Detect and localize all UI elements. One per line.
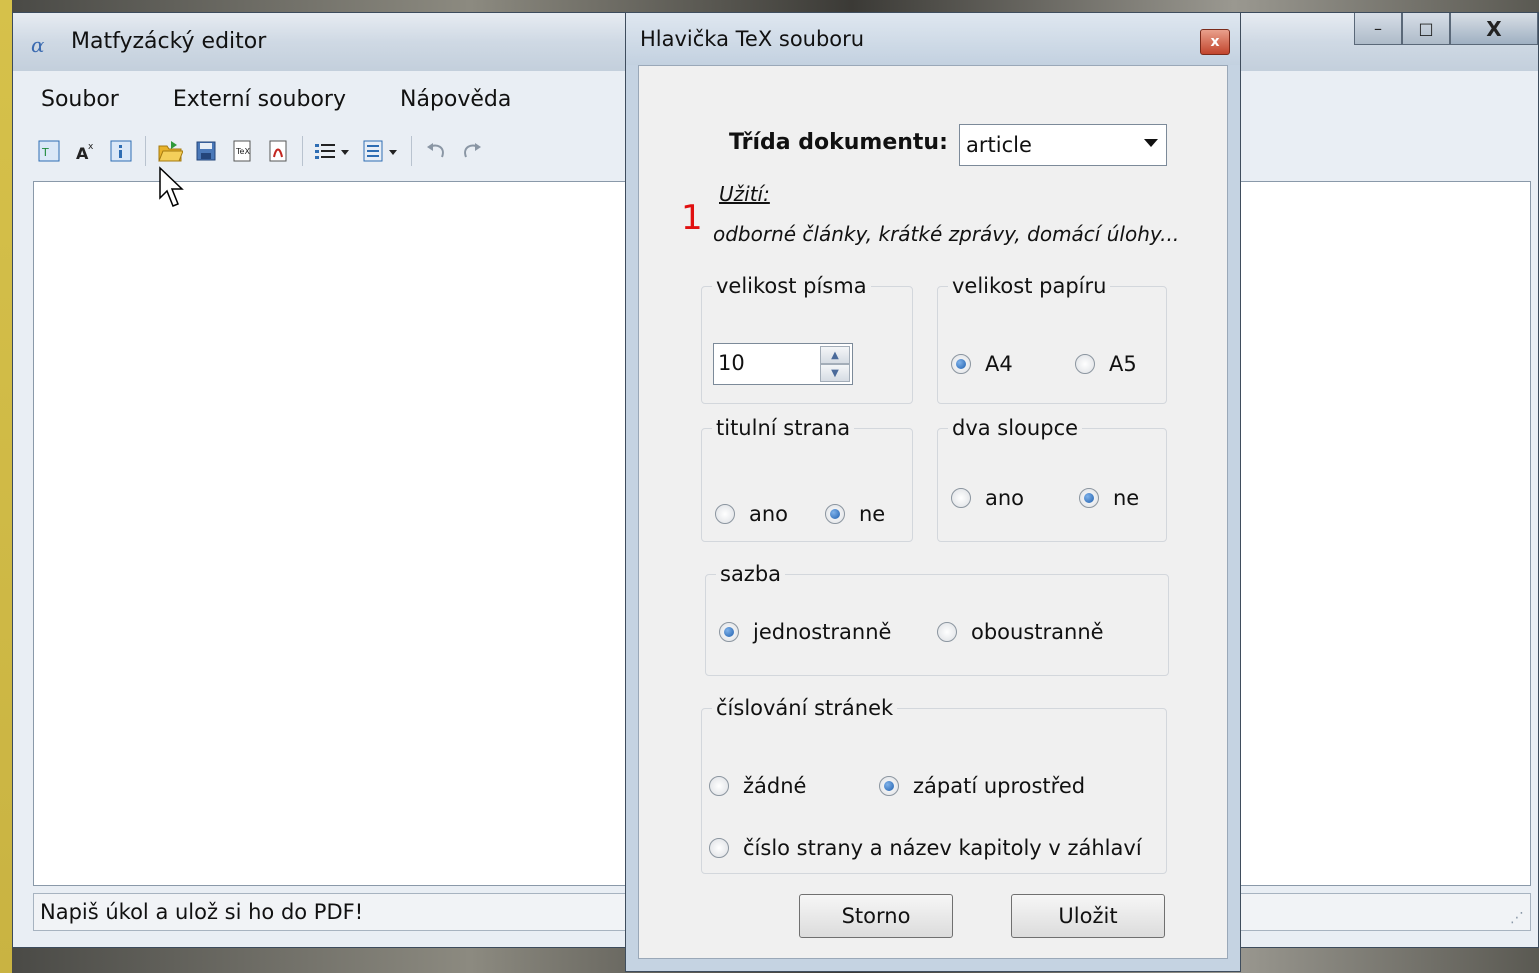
radio-label: žádné xyxy=(743,774,807,798)
window-title: Matfyzácký editor xyxy=(71,29,267,54)
usage-text: odborné články, krátké zprávy, domácí úl… xyxy=(713,222,1180,246)
radio-label: ano xyxy=(749,502,789,526)
radio-empty-icon xyxy=(1075,354,1095,374)
document-icon[interactable] xyxy=(359,135,403,167)
menu-soubor[interactable]: Soubor xyxy=(33,83,127,117)
radio-selected-icon xyxy=(825,504,845,524)
menubar: Soubor Externí soubory Nápověda xyxy=(33,83,519,117)
font-size-legend: velikost písma xyxy=(716,274,867,298)
list-icon[interactable] xyxy=(311,135,355,167)
radio-empty-icon xyxy=(937,622,957,642)
radio-selected-icon xyxy=(1079,488,1099,508)
toolbar: T Ax TeX xyxy=(33,131,488,171)
dialog-title: Hlavička TeX souboru xyxy=(640,27,865,51)
radio-selected-icon xyxy=(879,776,899,796)
radio-label: zápatí uprostřed xyxy=(913,774,1086,798)
annotation-number: 1 xyxy=(681,198,703,238)
radio-label: ne xyxy=(859,502,886,526)
two-columns-ano-radio[interactable]: ano xyxy=(951,486,1024,510)
paper-a5-radio[interactable]: A5 xyxy=(1075,352,1137,376)
doc-class-label: Třída dokumentu: xyxy=(729,130,948,155)
font-size-stepper[interactable]: 10 ▲ ▼ xyxy=(713,343,853,385)
tex-header-dialog: Hlavička TeX souboru x Třída dokumentu: … xyxy=(625,12,1241,972)
save-icon[interactable] xyxy=(190,135,222,167)
usage-heading: Užití: xyxy=(719,182,770,206)
radio-selected-icon xyxy=(951,354,971,374)
title-page-legend: titulní strana xyxy=(716,416,851,440)
font-size-value: 10 xyxy=(718,351,745,375)
radio-label: číslo strany a název kapitoly v záhlaví xyxy=(743,836,1142,860)
redo-icon[interactable] xyxy=(456,135,488,167)
tex-header-icon[interactable]: T xyxy=(33,135,65,167)
alpha-icon: α xyxy=(31,33,45,57)
open-folder-icon[interactable] xyxy=(154,135,186,167)
radio-empty-icon xyxy=(709,776,729,796)
dialog-content: Třída dokumentu: article Užití: 1 odborn… xyxy=(638,65,1228,959)
status-text: Napiš úkol a ulož si ho do PDF! xyxy=(40,900,364,924)
mouse-cursor-icon xyxy=(159,166,184,207)
two-columns-group: dva sloupce xyxy=(937,416,1167,542)
cancel-button[interactable]: Storno xyxy=(799,894,953,938)
two-columns-legend: dva sloupce xyxy=(952,416,1079,440)
page-numbering-legend: číslování stránek xyxy=(716,696,894,720)
radio-label: oboustranně xyxy=(971,620,1104,644)
maximize-icon: □ xyxy=(1418,19,1434,38)
paper-size-legend: velikost papíru xyxy=(952,274,1107,298)
radio-label: ano xyxy=(985,486,1025,510)
radio-label: jednostranně xyxy=(753,620,892,644)
typesetting-single-radio[interactable]: jednostranně xyxy=(719,620,891,644)
dialog-titlebar[interactable]: Hlavička TeX souboru x xyxy=(626,13,1240,65)
paper-a4-radio[interactable]: A4 xyxy=(951,352,1013,376)
two-columns-ne-radio[interactable]: ne xyxy=(1079,486,1139,510)
typesetting-group: sazba xyxy=(705,562,1169,676)
doc-class-select[interactable]: article xyxy=(959,124,1167,166)
maximize-button[interactable]: □ xyxy=(1402,13,1450,45)
doc-class-value: article xyxy=(966,133,1032,157)
close-icon: X xyxy=(1486,16,1502,41)
page-numbering-header-radio[interactable]: číslo strany a název kapitoly v záhlaví xyxy=(709,836,1142,860)
toolbar-separator xyxy=(302,136,303,166)
svg-text:T: T xyxy=(41,146,49,159)
tex-export-icon[interactable]: TeX xyxy=(226,135,258,167)
radio-selected-icon xyxy=(719,622,739,642)
radio-label: ne xyxy=(1113,486,1140,510)
dialog-close-button[interactable]: x xyxy=(1200,29,1230,55)
title-page-ano-radio[interactable]: ano xyxy=(715,502,788,526)
radio-empty-icon xyxy=(709,838,729,858)
page-numbering-footer-radio[interactable]: zápatí uprostřed xyxy=(879,774,1085,798)
toolbar-separator xyxy=(411,136,412,166)
spin-up-icon[interactable]: ▲ xyxy=(820,346,850,364)
typesetting-double-radio[interactable]: oboustranně xyxy=(937,620,1104,644)
paper-size-group: velikost papíru xyxy=(937,274,1167,404)
resize-grip-icon[interactable]: ⋰ xyxy=(1510,910,1524,926)
undo-icon[interactable] xyxy=(420,135,452,167)
menu-externi-soubory[interactable]: Externí soubory xyxy=(165,83,354,117)
spin-down-icon[interactable]: ▼ xyxy=(820,364,850,382)
title-page-ne-radio[interactable]: ne xyxy=(825,502,885,526)
svg-text:TeX: TeX xyxy=(235,147,250,156)
minimize-icon: – xyxy=(1374,19,1382,38)
minimize-button[interactable]: – xyxy=(1354,13,1402,45)
radio-empty-icon xyxy=(715,504,735,524)
toolbar-separator xyxy=(145,136,146,166)
radio-label: A4 xyxy=(985,352,1013,376)
save-button[interactable]: Uložit xyxy=(1011,894,1165,938)
radio-empty-icon xyxy=(951,488,971,508)
svg-text:x: x xyxy=(88,142,94,152)
menu-napoveda[interactable]: Nápověda xyxy=(392,83,519,117)
pdf-icon[interactable] xyxy=(262,135,294,167)
close-button[interactable]: X xyxy=(1450,13,1538,45)
chevron-down-icon xyxy=(1144,139,1158,147)
window-controls: – □ X xyxy=(1354,13,1538,47)
close-icon: x xyxy=(1210,34,1220,50)
typesetting-legend: sazba xyxy=(720,562,782,586)
superscript-icon[interactable]: Ax xyxy=(69,135,101,167)
radio-label: A5 xyxy=(1109,352,1137,376)
page-numbering-none-radio[interactable]: žádné xyxy=(709,774,806,798)
info-header-icon[interactable] xyxy=(105,135,137,167)
